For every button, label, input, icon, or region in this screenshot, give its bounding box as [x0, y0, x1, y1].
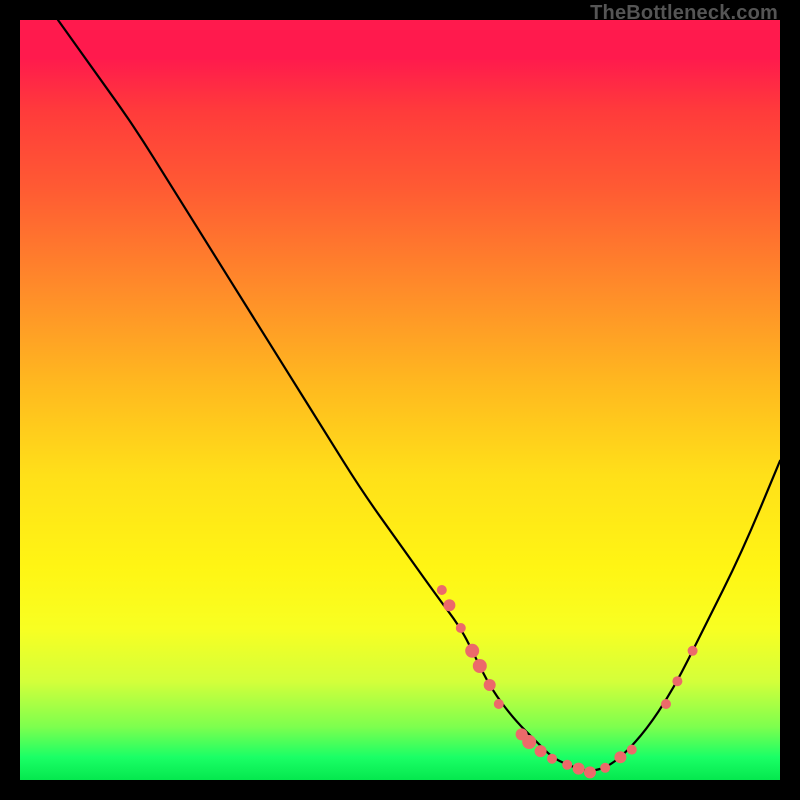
curve-markers [437, 585, 698, 778]
marker-dot [465, 644, 479, 658]
chart-frame: TheBottleneck.com [20, 20, 780, 780]
marker-dot [437, 585, 447, 595]
marker-dot [584, 766, 596, 778]
marker-dot [535, 745, 547, 757]
marker-dot [661, 699, 671, 709]
marker-dot [688, 646, 698, 656]
bottleneck-curve [58, 20, 780, 771]
marker-dot [600, 763, 610, 773]
marker-dot [484, 679, 496, 691]
marker-dot [456, 623, 466, 633]
marker-dot [627, 745, 637, 755]
marker-dot [547, 754, 557, 764]
marker-dot [473, 659, 487, 673]
plot-area [20, 20, 780, 780]
marker-dot [573, 763, 585, 775]
marker-dot [614, 751, 626, 763]
marker-dot [522, 735, 536, 749]
marker-dot [494, 699, 504, 709]
marker-dot [672, 676, 682, 686]
curve-svg [20, 20, 780, 780]
marker-dot [562, 760, 572, 770]
marker-dot [443, 599, 455, 611]
